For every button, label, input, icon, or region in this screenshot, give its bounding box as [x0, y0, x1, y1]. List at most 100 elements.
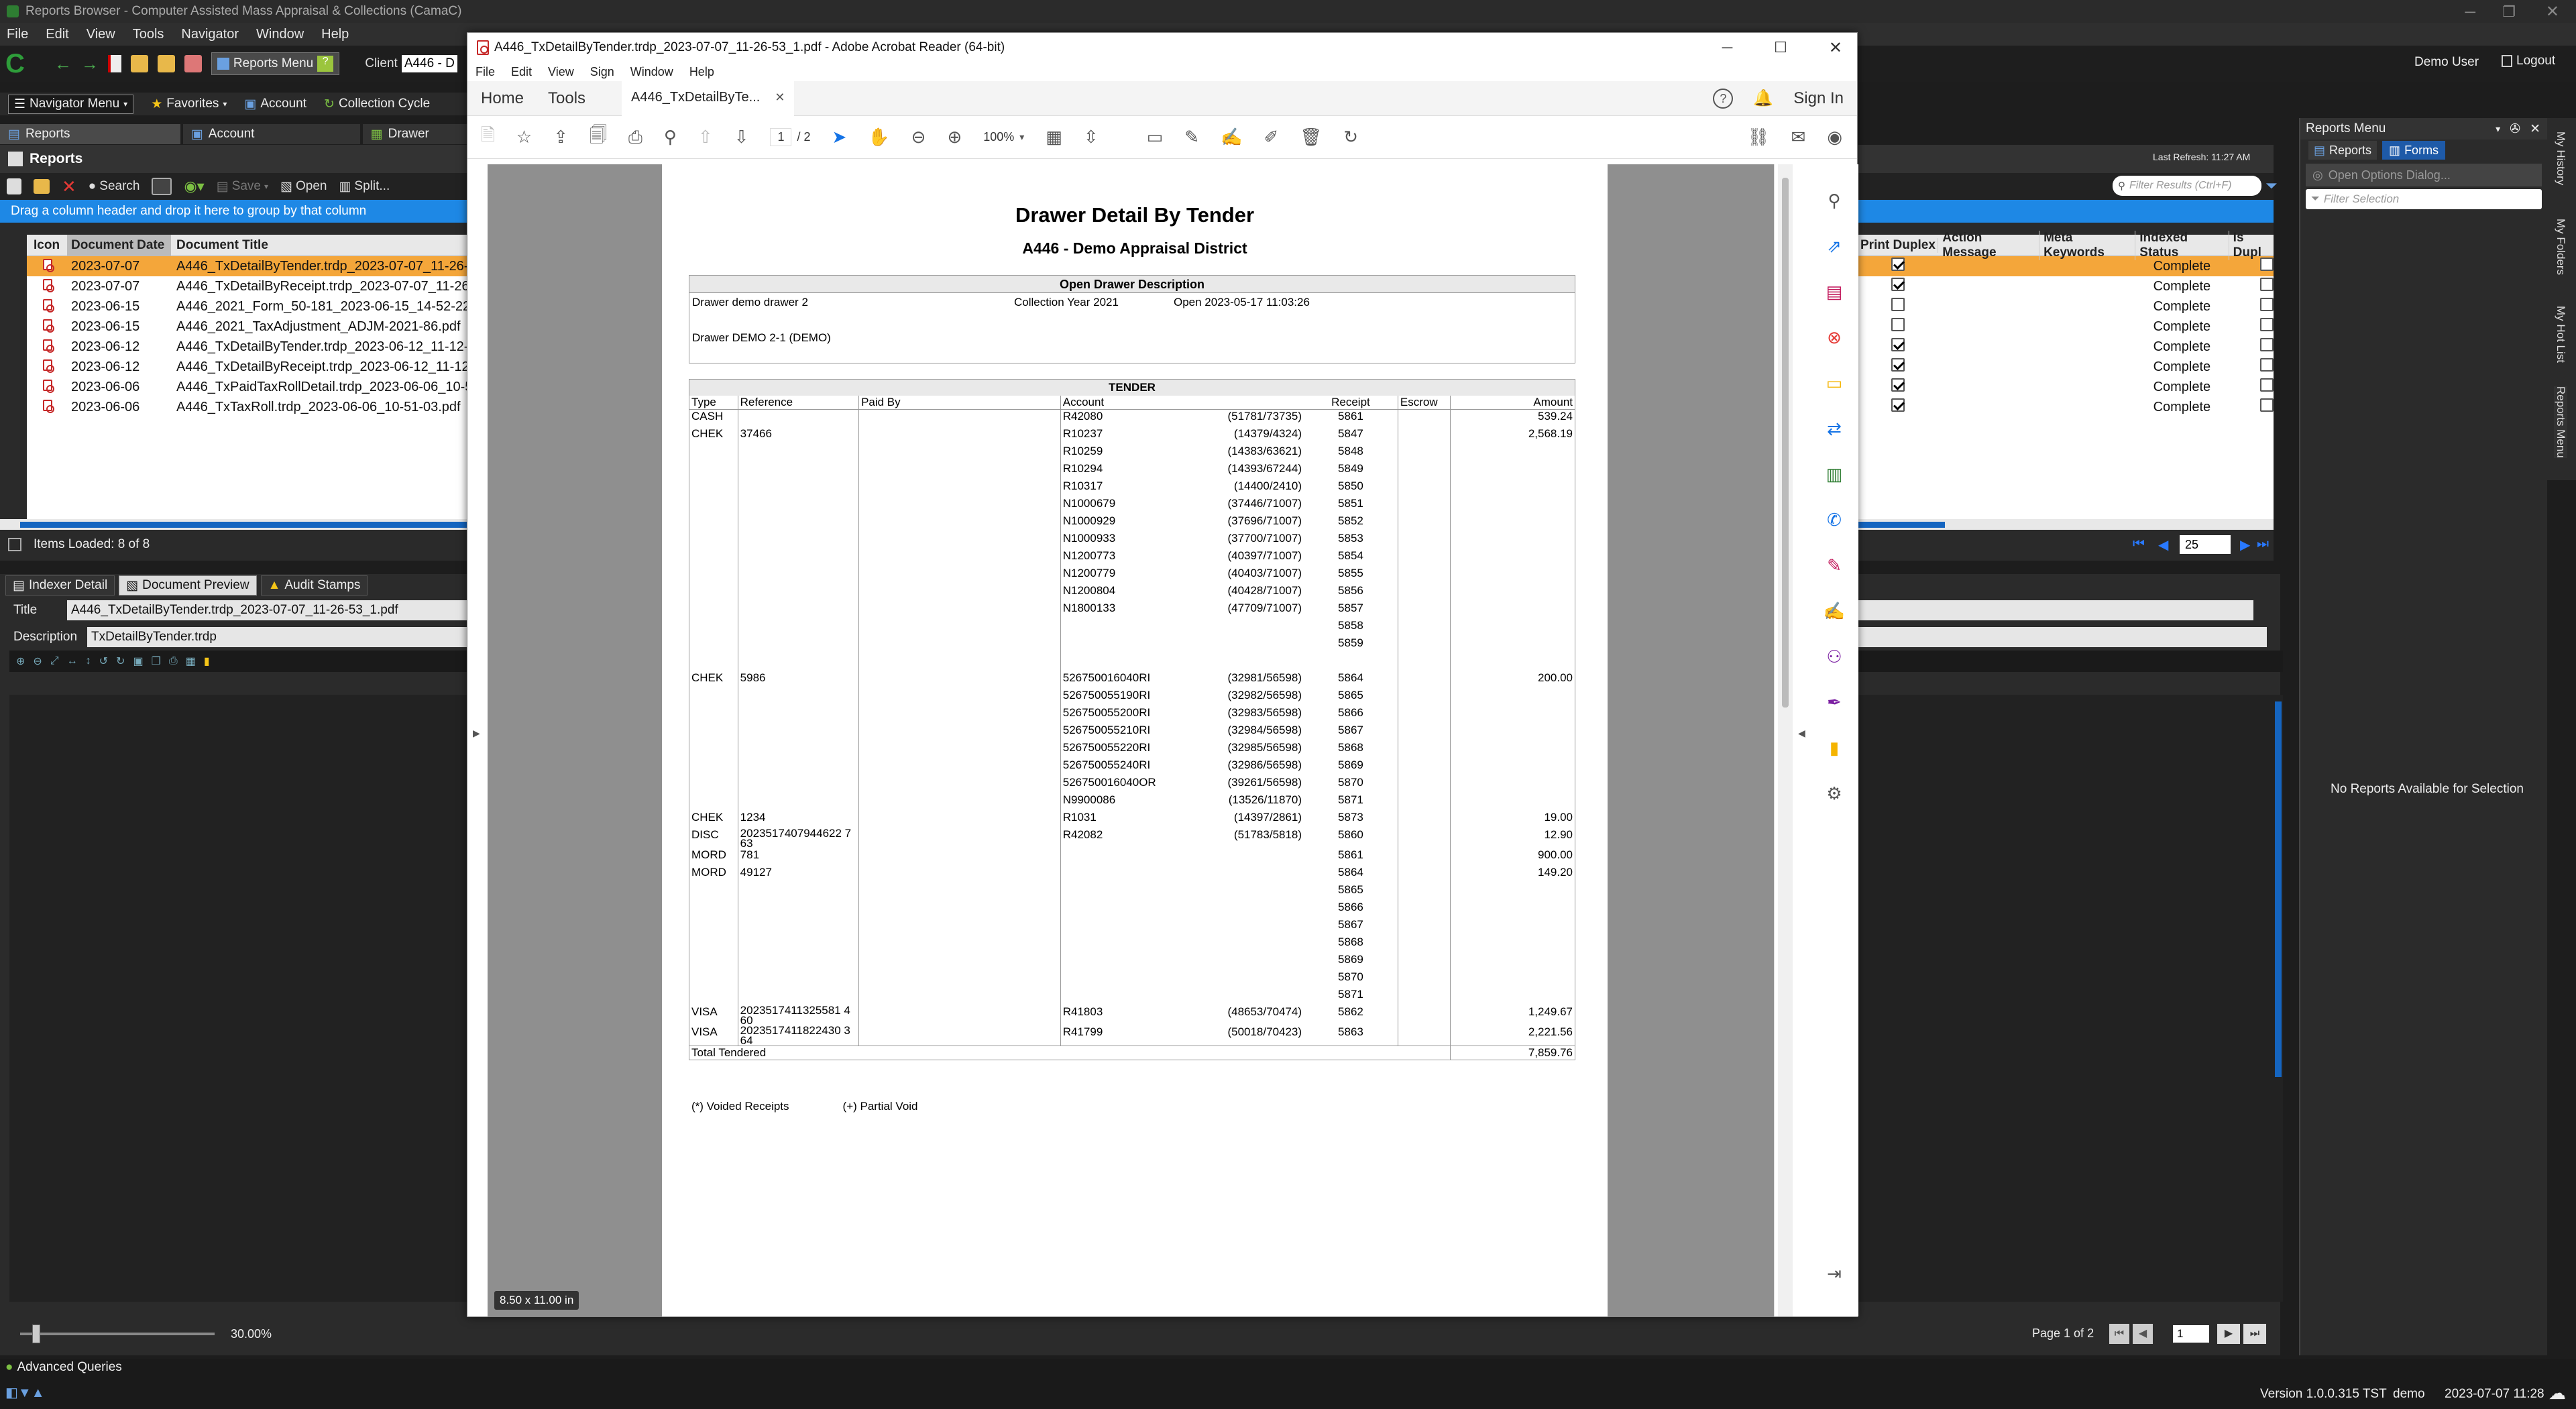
- link-icon[interactable]: ⛓: [1748, 127, 1770, 148]
- zoom-slider[interactable]: [20, 1325, 215, 1343]
- search-pdf-icon[interactable]: ⚲: [664, 127, 677, 148]
- pin-icon[interactable]: ✇: [2510, 121, 2520, 137]
- acrobat-tools-tab[interactable]: Tools: [548, 89, 622, 108]
- print-duplex-checkbox[interactable]: [1891, 278, 1905, 291]
- acrobat-menu-view[interactable]: View: [548, 65, 574, 79]
- table-row-right[interactable]: Complete: [1858, 296, 2274, 317]
- page-last-icon[interactable]: ⏭: [2257, 537, 2269, 552]
- tab-account[interactable]: ▣ Account: [182, 124, 360, 144]
- menu-view[interactable]: View: [87, 27, 115, 42]
- draw-icon[interactable]: ✍: [1221, 127, 1242, 148]
- page-display-icon[interactable]: ▦: [1046, 127, 1062, 148]
- page-next-icon[interactable]: ▶: [2240, 537, 2250, 553]
- tab-forms[interactable]: ▥ Forms: [2382, 141, 2446, 160]
- acrobat-close-icon[interactable]: ✕: [1829, 38, 1842, 58]
- collapse-right-icon[interactable]: ◀: [1798, 728, 1805, 739]
- select-cursor-icon[interactable]: ➤: [832, 127, 846, 148]
- preview-vscroll[interactable]: [2275, 701, 2282, 1077]
- menu-help[interactable]: Help: [321, 27, 349, 42]
- page-size-select[interactable]: 25: [2180, 535, 2231, 554]
- upload-cloud-icon[interactable]: ⇪: [553, 127, 568, 148]
- col-is-duplicate[interactable]: Is Dupl: [2229, 231, 2274, 260]
- navigator-menu-button[interactable]: ☰ Navigator Menu ▾: [8, 94, 134, 114]
- collection-cycle-button[interactable]: ↻ Collection Cycle: [324, 97, 430, 112]
- is-duplicate-checkbox[interactable]: [2260, 358, 2274, 372]
- minimize-icon[interactable]: ─: [2465, 3, 2475, 21]
- zoom-dropdown-icon[interactable]: ▾: [1019, 131, 1024, 143]
- note-icon[interactable]: ▮: [204, 655, 210, 668]
- save-pdf-icon[interactable]: 🗎: [481, 123, 495, 152]
- table-row-right[interactable]: Complete: [1858, 377, 2274, 397]
- zoom-out-pdf-icon[interactable]: ⊖: [911, 127, 926, 148]
- save-preview-icon[interactable]: ▣: [133, 655, 143, 668]
- zoom-out-icon[interactable]: ⊖: [33, 655, 42, 668]
- table-row-right[interactable]: Complete: [1858, 357, 2274, 377]
- print-pdf-icon[interactable]: ⎙: [628, 127, 642, 148]
- tab-reports-menu[interactable]: ▤ Reports: [2308, 141, 2377, 160]
- acrobat-maximize-icon[interactable]: ☐: [1774, 39, 1787, 56]
- share-file-icon[interactable]: 🗐: [590, 123, 607, 152]
- next-page-button[interactable]: ▶: [2217, 1324, 2240, 1344]
- table-row-right[interactable]: Complete: [1858, 276, 2274, 296]
- panel-dropdown-icon[interactable]: ▾: [2496, 123, 2500, 135]
- rail-comment-icon[interactable]: ▭: [1815, 360, 1853, 406]
- fit-height-icon[interactable]: ↕: [86, 655, 91, 667]
- forward-arrow-icon[interactable]: →: [81, 54, 99, 74]
- menu-tools[interactable]: Tools: [133, 27, 164, 42]
- tab-indexer-detail[interactable]: ▤ Indexer Detail: [5, 575, 115, 596]
- tab-drawer[interactable]: ▦ Drawer: [362, 124, 469, 144]
- table-row-right[interactable]: Complete: [1858, 397, 2274, 417]
- delete-icon[interactable]: ✕: [62, 176, 76, 197]
- rail-edit-pdf-icon[interactable]: ⊗: [1815, 315, 1853, 360]
- report-icon[interactable]: [184, 55, 202, 72]
- rail-protect-icon[interactable]: ⚇: [1815, 634, 1853, 679]
- doc-tab-close-icon[interactable]: ✕: [775, 91, 785, 105]
- menu-navigator[interactable]: Navigator: [181, 27, 239, 42]
- col-meta-keywords[interactable]: Meta Keywords: [2039, 230, 2136, 260]
- close-icon[interactable]: ✕: [2546, 2, 2559, 21]
- rail-compress-icon[interactable]: ▥: [1815, 451, 1853, 497]
- rotate-left-icon[interactable]: ↺: [99, 655, 108, 668]
- reports-menu-button[interactable]: Reports Menu ?: [211, 52, 340, 75]
- notification-bell-icon[interactable]: 🔔: [1753, 89, 1773, 108]
- split-button[interactable]: ▥ Split...: [339, 179, 390, 194]
- print-duplex-checkbox[interactable]: [1891, 398, 1905, 412]
- maximize-icon[interactable]: ❐: [2502, 3, 2516, 21]
- left-collapse-strip[interactable]: ▶: [467, 164, 488, 1316]
- first-page-button[interactable]: ⏮: [2109, 1324, 2129, 1344]
- filter-results-input[interactable]: ⚲ Filter Results (Ctrl+F): [2113, 176, 2261, 196]
- account-nav-button[interactable]: ▣ Account: [244, 97, 306, 112]
- print-duplex-checkbox[interactable]: [1891, 338, 1905, 351]
- rail-redact-icon[interactable]: ✒: [1815, 679, 1853, 725]
- highlight-pen-icon[interactable]: ✎: [1184, 127, 1199, 148]
- page-number-input[interactable]: 1: [770, 128, 792, 146]
- new-icon[interactable]: [7, 178, 21, 194]
- expand-left-icon[interactable]: ▶: [473, 728, 480, 739]
- document-icon[interactable]: [107, 55, 121, 72]
- col-action-message[interactable]: Action Message: [1938, 230, 2040, 260]
- pdf-vscroll-thumb[interactable]: [1782, 178, 1789, 708]
- is-duplicate-checkbox[interactable]: [2260, 258, 2274, 271]
- print-duplex-checkbox[interactable]: [1891, 378, 1905, 392]
- print-duplex-checkbox[interactable]: [1891, 318, 1905, 331]
- acrobat-menu-file[interactable]: File: [475, 65, 495, 79]
- side-tab-my-history[interactable]: My History: [2554, 131, 2567, 185]
- zoom-in-icon[interactable]: ⊕: [16, 655, 25, 668]
- print-duplex-checkbox[interactable]: [1891, 298, 1905, 311]
- col-indexed-status[interactable]: Indexed Status: [2135, 230, 2229, 260]
- view-icon[interactable]: [152, 178, 172, 195]
- page-first-icon[interactable]: ⏮: [2133, 537, 2145, 552]
- sign-in-button[interactable]: Sign In: [1793, 89, 1844, 108]
- page-prev-icon[interactable]: ◀: [2158, 537, 2168, 553]
- rail-combine-icon[interactable]: ⇄: [1815, 406, 1853, 451]
- menu-edit[interactable]: Edit: [46, 27, 68, 42]
- table-row-right[interactable]: Complete: [1858, 337, 2274, 357]
- acrobat-home-tab[interactable]: Home: [481, 89, 548, 108]
- panel-close-icon[interactable]: ✕: [2530, 121, 2540, 137]
- zoom-in-pdf-icon[interactable]: ⊕: [947, 127, 962, 148]
- email-icon[interactable]: ✉: [1791, 127, 1806, 148]
- folder-icon-2[interactable]: [157, 55, 175, 72]
- copy-icon[interactable]: ❐: [152, 655, 161, 668]
- is-duplicate-checkbox[interactable]: [2260, 338, 2274, 351]
- account-avatar-icon[interactable]: ◉: [1827, 127, 1842, 148]
